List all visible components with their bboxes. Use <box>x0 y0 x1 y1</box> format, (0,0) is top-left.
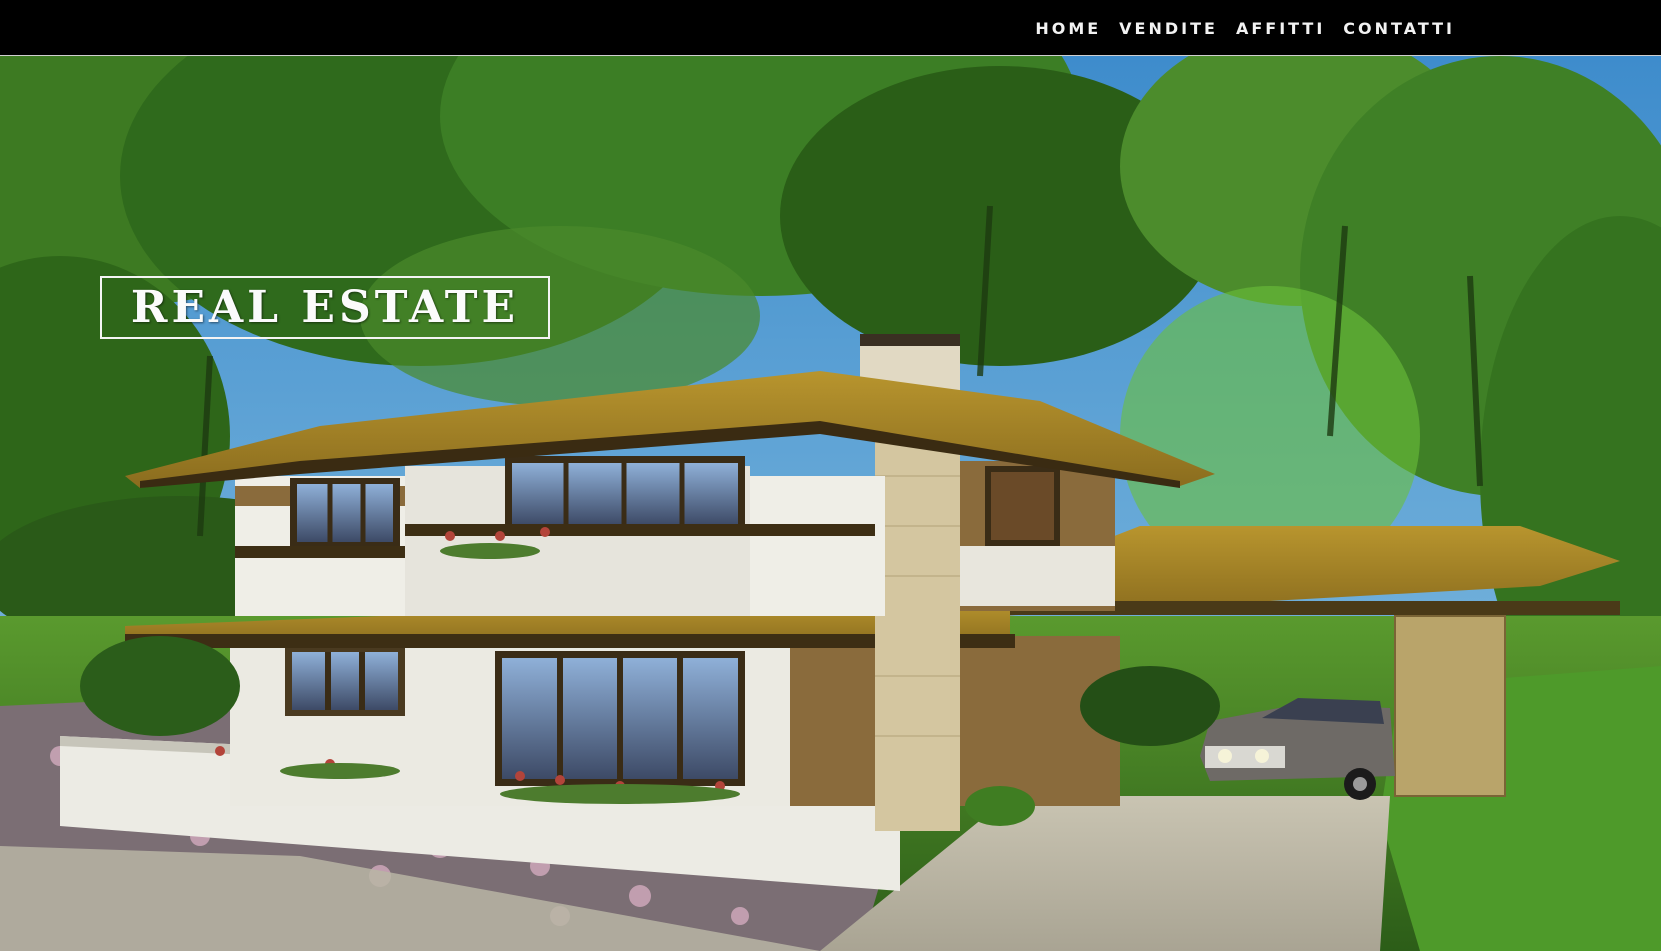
nav-contatti-link[interactable]: CONTATTI <box>1343 19 1455 38</box>
nav-vendite-link[interactable]: VENDITE <box>1119 19 1218 38</box>
nav-affitti-link[interactable]: AFFITTI <box>1236 19 1325 38</box>
main-nav: HOME VENDITE AFFITTI CONTATTI <box>1017 0 1455 56</box>
hero-section: REAL ESTATE <box>0 56 1661 951</box>
nav-home-link[interactable]: HOME <box>1035 19 1101 38</box>
top-navigation-bar: HOME VENDITE AFFITTI CONTATTI <box>0 0 1661 56</box>
logo-box[interactable]: REAL ESTATE <box>100 276 550 339</box>
logo-text: REAL ESTATE <box>130 282 520 333</box>
hero-house-illustration <box>0 56 1661 951</box>
